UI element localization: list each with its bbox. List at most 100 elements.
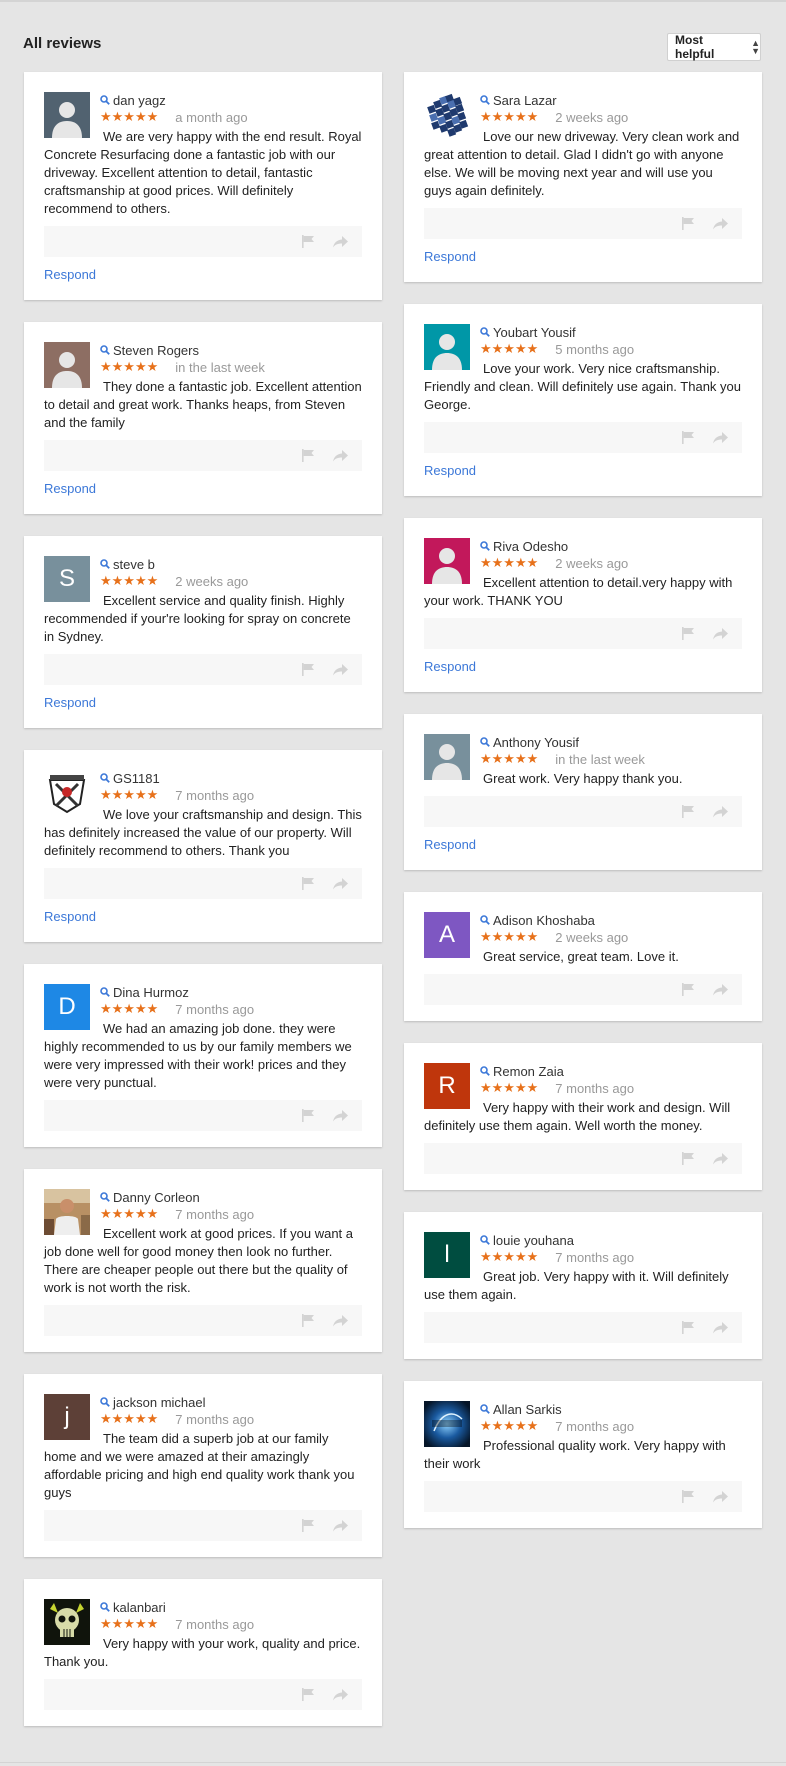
reviewer-avatar[interactable] — [424, 538, 470, 584]
flag-icon[interactable] — [301, 449, 315, 467]
reviewer-name[interactable]: Anthony Yousif — [493, 735, 579, 750]
review-text: Excellent work at good prices. If you wa… — [44, 1226, 354, 1295]
sort-dropdown[interactable]: Most helpful ▲ ▼ — [667, 33, 761, 61]
share-icon[interactable] — [333, 1109, 348, 1127]
reviewer-name[interactable]: Adison Khoshaba — [493, 913, 595, 928]
review-action-bar — [424, 208, 742, 239]
flag-icon[interactable] — [301, 877, 315, 895]
local-guide-search-icon — [480, 1404, 490, 1414]
flag-icon[interactable] — [301, 235, 315, 253]
respond-link[interactable]: Respond — [424, 249, 476, 264]
reviewer-name[interactable]: steve b — [113, 557, 155, 572]
local-guide-search-icon — [100, 559, 110, 569]
share-icon[interactable] — [333, 235, 348, 253]
reviewer-avatar[interactable] — [44, 92, 90, 138]
reviewer-avatar[interactable] — [44, 770, 90, 816]
reviewer-avatar[interactable]: l — [424, 1232, 470, 1278]
reviewer-name[interactable]: GS1181 — [113, 771, 160, 786]
reviewer-avatar[interactable] — [44, 1189, 90, 1235]
share-icon[interactable] — [713, 1321, 728, 1339]
share-icon[interactable] — [713, 627, 728, 645]
reviewer-avatar[interactable] — [424, 734, 470, 780]
review-action-bar — [424, 1481, 742, 1512]
share-icon[interactable] — [713, 431, 728, 449]
reviewer-avatar[interactable]: R — [424, 1063, 470, 1109]
respond-link[interactable]: Respond — [424, 659, 476, 674]
reviewer-avatar[interactable] — [424, 1401, 470, 1447]
review-action-bar — [424, 1143, 742, 1174]
reviewer-name[interactable]: Remon Zaia — [493, 1064, 564, 1079]
reviewer-avatar[interactable] — [424, 324, 470, 370]
flag-icon[interactable] — [681, 1321, 695, 1339]
reviewer-name[interactable]: Sara Lazar — [493, 93, 557, 108]
review-date: 7 months ago — [175, 1206, 255, 1222]
respond-link[interactable]: Respond — [424, 837, 476, 852]
reviewer-name[interactable]: dan yagz — [113, 93, 166, 108]
review-action-bar — [44, 1305, 362, 1336]
review-date: in the last week — [175, 359, 265, 375]
flag-icon[interactable] — [681, 431, 695, 449]
flag-icon[interactable] — [301, 1688, 315, 1706]
reviewer-avatar[interactable]: D — [44, 984, 90, 1030]
respond-link[interactable]: Respond — [424, 463, 476, 478]
review-date: 7 months ago — [175, 1001, 255, 1017]
review-action-bar — [44, 1100, 362, 1131]
page-title: All reviews — [23, 35, 102, 52]
flag-icon[interactable] — [681, 805, 695, 823]
review-date: 7 months ago — [175, 787, 255, 803]
reviewer-name[interactable]: Dina Hurmoz — [113, 985, 189, 1000]
respond-link[interactable]: Respond — [44, 481, 96, 496]
share-icon[interactable] — [713, 217, 728, 235]
flag-icon[interactable] — [301, 1519, 315, 1537]
share-icon[interactable] — [333, 449, 348, 467]
flag-icon[interactable] — [301, 663, 315, 681]
reviewer-avatar[interactable]: j — [44, 1394, 90, 1440]
reviewer-avatar[interactable] — [44, 1599, 90, 1645]
review-date: 2 weeks ago — [175, 573, 249, 589]
respond-link[interactable]: Respond — [44, 267, 96, 282]
respond-link[interactable]: Respond — [44, 695, 96, 710]
reviewer-name[interactable]: louie youhana — [493, 1233, 574, 1248]
flag-icon[interactable] — [681, 983, 695, 1001]
flag-icon[interactable] — [681, 627, 695, 645]
respond-link[interactable]: Respond — [44, 909, 96, 924]
share-icon[interactable] — [333, 1688, 348, 1706]
review-action-bar — [44, 1510, 362, 1541]
star-rating: ★★★★★ — [480, 341, 539, 356]
reviewer-name[interactable]: Riva Odesho — [493, 539, 568, 554]
review-card: Steven Rogers ★★★★★ in the last week They d… — [24, 322, 382, 514]
flag-icon[interactable] — [681, 217, 695, 235]
local-guide-search-icon — [480, 327, 490, 337]
review-action-bar — [44, 226, 362, 257]
reviewer-avatar[interactable] — [44, 342, 90, 388]
star-rating: ★★★★★ — [480, 1418, 539, 1433]
reviewer-name[interactable]: Danny Corleon — [113, 1190, 200, 1205]
review-action-bar — [424, 974, 742, 1005]
share-icon[interactable] — [333, 877, 348, 895]
share-icon[interactable] — [713, 983, 728, 1001]
reviewer-name[interactable]: Steven Rogers — [113, 343, 199, 358]
local-guide-search-icon — [480, 541, 490, 551]
reviewer-name[interactable]: kalanbari — [113, 1600, 166, 1615]
flag-icon[interactable] — [301, 1109, 315, 1127]
reviewer-name[interactable]: Allan Sarkis — [493, 1402, 562, 1417]
review-action-bar — [424, 796, 742, 827]
review-text: We are very happy with the end result. R… — [44, 129, 362, 216]
share-icon[interactable] — [713, 1152, 728, 1170]
reviewer-name[interactable]: jackson michael — [113, 1395, 206, 1410]
share-icon[interactable] — [333, 663, 348, 681]
flag-icon[interactable] — [301, 1314, 315, 1332]
share-icon[interactable] — [333, 1314, 348, 1332]
local-guide-search-icon — [100, 345, 110, 355]
flag-icon[interactable] — [681, 1152, 695, 1170]
flag-icon[interactable] — [681, 1490, 695, 1508]
reviewer-avatar[interactable] — [424, 92, 470, 138]
review-card: A Adison Khoshaba ★★★★★ 2 weeks ago Great se… — [404, 892, 762, 1021]
reviewer-avatar[interactable]: A — [424, 912, 470, 958]
share-icon[interactable] — [333, 1519, 348, 1537]
share-icon[interactable] — [713, 1490, 728, 1508]
reviewer-name[interactable]: Youbart Yousif — [493, 325, 576, 340]
star-rating: ★★★★★ — [100, 1001, 159, 1016]
reviewer-avatar[interactable]: S — [44, 556, 90, 602]
share-icon[interactable] — [713, 805, 728, 823]
